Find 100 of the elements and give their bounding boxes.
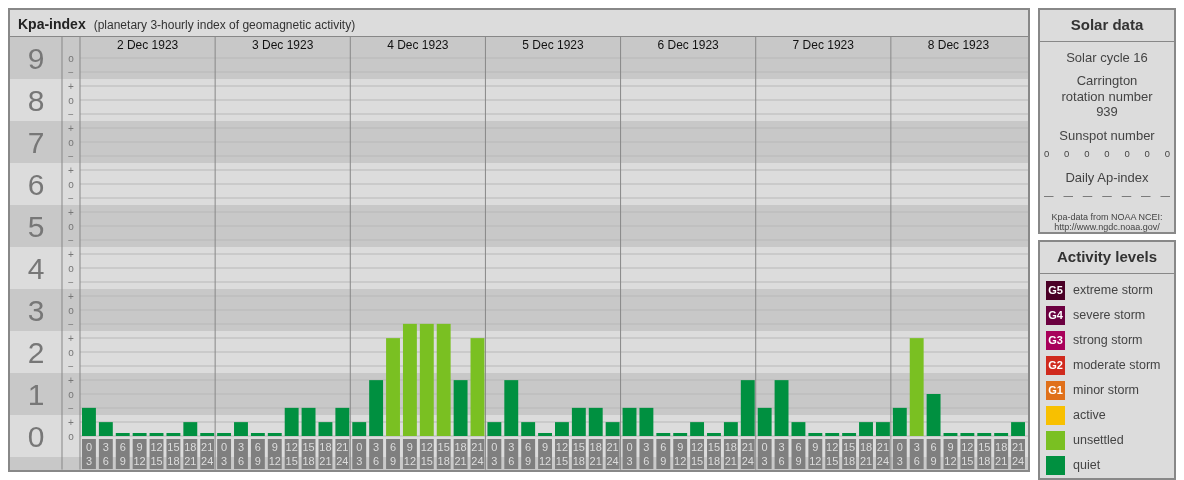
level-label: extreme storm xyxy=(1073,281,1153,299)
panel-title: Activity levels xyxy=(1040,242,1174,274)
sunspot-value: 0 xyxy=(1064,147,1070,162)
chart-title: Kpa-index xyxy=(18,15,86,34)
day-label: 7 Dec 1923 xyxy=(792,38,854,52)
time-range-label: 3 6 xyxy=(234,439,248,469)
time-range-label: 18 21 xyxy=(453,439,468,469)
time-range-label: 21 24 xyxy=(875,439,890,469)
time-range-label: 18 21 xyxy=(588,439,603,469)
time-range-label: 21 24 xyxy=(470,439,485,469)
time-range-label: 6 9 xyxy=(250,439,265,469)
y-axis-label: 5 xyxy=(27,210,45,243)
time-range-label: 0 3 xyxy=(217,439,232,469)
time-range-label: 12 15 xyxy=(419,439,434,469)
day-label: 2 Dec 1923 xyxy=(116,38,179,52)
source-text: Kpa-data from NOAA NCEI: xyxy=(1050,211,1164,222)
panel-title: Solar data xyxy=(1040,10,1174,42)
y-axis-label: 9 xyxy=(27,42,45,75)
time-range-label: 3 6 xyxy=(639,439,654,469)
y-axis-label: 0 xyxy=(27,420,45,453)
level-badge: G5 xyxy=(1046,280,1065,300)
time-range-label: 9 12 xyxy=(402,439,417,469)
time-range-label: 21 24 xyxy=(1011,439,1025,469)
minor-tick-label: − xyxy=(68,109,74,120)
sunspot-value: 0 xyxy=(1044,147,1050,162)
minor-tick-label: − xyxy=(68,277,74,288)
x-tick-label: 3 6 xyxy=(778,440,785,467)
ap-value: — xyxy=(1082,189,1093,204)
minor-tick-label: + xyxy=(68,417,74,428)
carrington-text: Carrington rotation number 939 xyxy=(1060,73,1154,120)
x-tick-label: 3 6 xyxy=(102,440,109,467)
time-range-label: 0 3 xyxy=(622,439,637,469)
sunspot-value: 0 xyxy=(1164,147,1170,162)
time-range-label: 6 9 xyxy=(521,439,536,469)
day-label: 5 Dec 1923 xyxy=(522,38,584,52)
minor-tick-label: o xyxy=(68,221,74,232)
x-tick-label: 6 9 xyxy=(525,440,532,467)
source-url: http://www.ngdc.noaa.gov/ xyxy=(1054,221,1161,233)
minor-tick-label: − xyxy=(68,193,74,204)
level-badge: G1 xyxy=(1046,380,1065,400)
minor-tick-label: o xyxy=(68,305,74,316)
y-axis-label: 6 xyxy=(27,168,45,201)
time-range-label: 9 12 xyxy=(673,439,688,469)
time-range-label: 6 9 xyxy=(791,439,806,469)
level-label: unsettled xyxy=(1073,431,1124,449)
minor-tick-label: o xyxy=(68,389,74,400)
sunspot-value: 0 xyxy=(1124,147,1130,162)
time-range-label: 9 12 xyxy=(808,439,823,469)
minor-tick-label: + xyxy=(68,207,74,218)
day-label: 8 Dec 1923 xyxy=(927,38,990,52)
ap-value: — xyxy=(1160,189,1170,204)
x-tick-label: 3 6 xyxy=(913,440,920,467)
time-range-label: 9 12 xyxy=(132,439,147,469)
minor-tick-label: − xyxy=(68,67,74,78)
level-label: severe storm xyxy=(1073,306,1146,324)
sunspot-value: 0 xyxy=(1104,147,1110,162)
time-range-label: 12 15 xyxy=(149,439,164,469)
ap-value: — xyxy=(1141,189,1151,204)
day-label: 6 Dec 1923 xyxy=(657,38,719,52)
time-range-label: 3 6 xyxy=(909,439,924,469)
ap-value: — xyxy=(1063,189,1073,204)
time-range-label: 18 21 xyxy=(183,439,198,469)
x-tick-label: 6 9 xyxy=(254,440,261,467)
time-range-label: 18 21 xyxy=(859,439,873,469)
time-range-label: 15 18 xyxy=(707,439,721,469)
time-range-label: 21 24 xyxy=(740,439,755,469)
ap-heading: Daily Ap-index xyxy=(1064,169,1150,186)
x-tick-label: 3 6 xyxy=(643,440,650,467)
time-range-label: 9 12 xyxy=(538,439,552,469)
x-tick-label: 3 6 xyxy=(373,440,380,467)
y-axis-label: 3 xyxy=(27,294,45,327)
x-tick-label: 0 3 xyxy=(896,440,903,467)
minor-tick-label: − xyxy=(68,361,74,372)
minor-tick-label: o xyxy=(68,137,74,148)
minor-tick-label: o xyxy=(68,263,74,274)
time-range-label: 3 6 xyxy=(774,439,789,469)
x-tick-label: 0 3 xyxy=(356,440,363,467)
time-range-label: 6 9 xyxy=(926,439,941,469)
minor-tick-label: o xyxy=(68,431,74,442)
time-range-label: 15 18 xyxy=(842,439,857,469)
ap-value: — xyxy=(1102,189,1112,204)
minor-tick-label: + xyxy=(68,291,74,302)
y-axis-label: 1 xyxy=(27,378,45,411)
time-range-label: 6 9 xyxy=(386,439,400,469)
y-axis-label: 8 xyxy=(27,84,45,117)
time-range-label: 3 6 xyxy=(369,439,384,469)
x-tick-label: 6 9 xyxy=(795,440,802,467)
day-label: 4 Dec 1923 xyxy=(387,38,449,52)
y-axis-label: 4 xyxy=(27,252,45,285)
time-range-label: 3 6 xyxy=(504,439,519,469)
minor-tick-label: + xyxy=(68,375,74,386)
time-range-label: 0 3 xyxy=(352,439,367,469)
time-range-label: 18 21 xyxy=(318,439,333,469)
minor-tick-label: o xyxy=(68,53,74,64)
level-label: strong storm xyxy=(1073,331,1143,349)
level-label: quiet xyxy=(1073,456,1101,474)
ap-value: — xyxy=(1044,189,1054,204)
sunspot-value: 0 xyxy=(1144,147,1150,162)
time-range-label: 21 24 xyxy=(200,439,215,469)
x-tick-label: 0 3 xyxy=(761,440,768,467)
